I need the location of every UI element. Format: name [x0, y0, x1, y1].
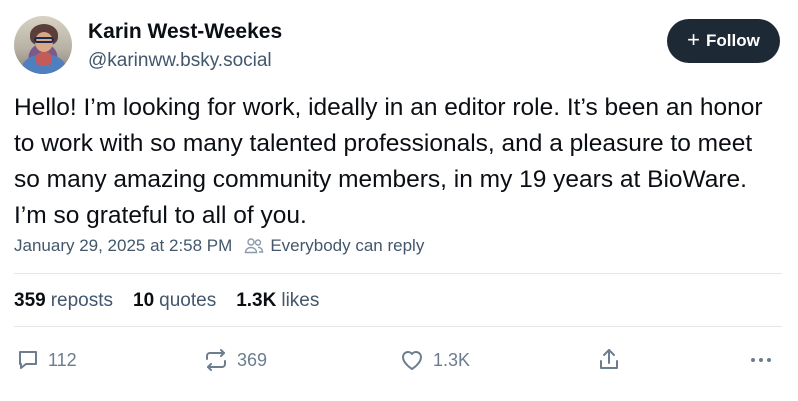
heart-icon [402, 351, 422, 370]
post-timestamp[interactable]: January 29, 2025 at 2:58 PM [14, 236, 232, 256]
more-options-button[interactable] [748, 340, 774, 380]
post-text: Hello! I’m looking for work, ideally in … [14, 94, 763, 229]
divider-top [14, 273, 782, 274]
divider-bottom [14, 326, 782, 327]
author-display-name[interactable]: Karin West-Weekes [88, 20, 282, 44]
share-button[interactable] [597, 340, 621, 380]
reply-icon [19, 351, 37, 369]
repost-button[interactable]: 369 [203, 340, 267, 380]
follow-button[interactable]: + Follow [667, 19, 780, 63]
action-bar: 112 369 1.3K [0, 340, 798, 380]
post-meta: January 29, 2025 at 2:58 PM Everybody ca… [14, 236, 424, 256]
people-icon [244, 236, 264, 256]
avatar[interactable] [14, 16, 72, 74]
post-stats: 359 reposts 10 quotes 1.3K likes [14, 290, 319, 312]
repost-icon [206, 349, 226, 371]
repost-count: 369 [237, 349, 268, 370]
share-icon [600, 349, 618, 369]
reply-setting: Everybody can reply [270, 236, 425, 255]
author-handle[interactable]: @karinww.bsky.social [88, 50, 272, 72]
likes-stat[interactable]: 1.3K likes [236, 290, 319, 312]
avatar-scarf [36, 52, 52, 66]
more-icon [751, 358, 771, 362]
quotes-stat[interactable]: 10 quotes [133, 290, 216, 312]
reposts-stat[interactable]: 359 reposts [14, 290, 113, 312]
follow-button-label: Follow [706, 31, 760, 50]
plus-icon: + [687, 27, 701, 52]
like-button[interactable]: 1.3K [399, 340, 470, 380]
reply-count: 112 [48, 349, 77, 370]
reply-button[interactable]: 112 [16, 340, 77, 380]
avatar-glasses [34, 37, 54, 43]
like-count: 1.3K [433, 349, 471, 370]
